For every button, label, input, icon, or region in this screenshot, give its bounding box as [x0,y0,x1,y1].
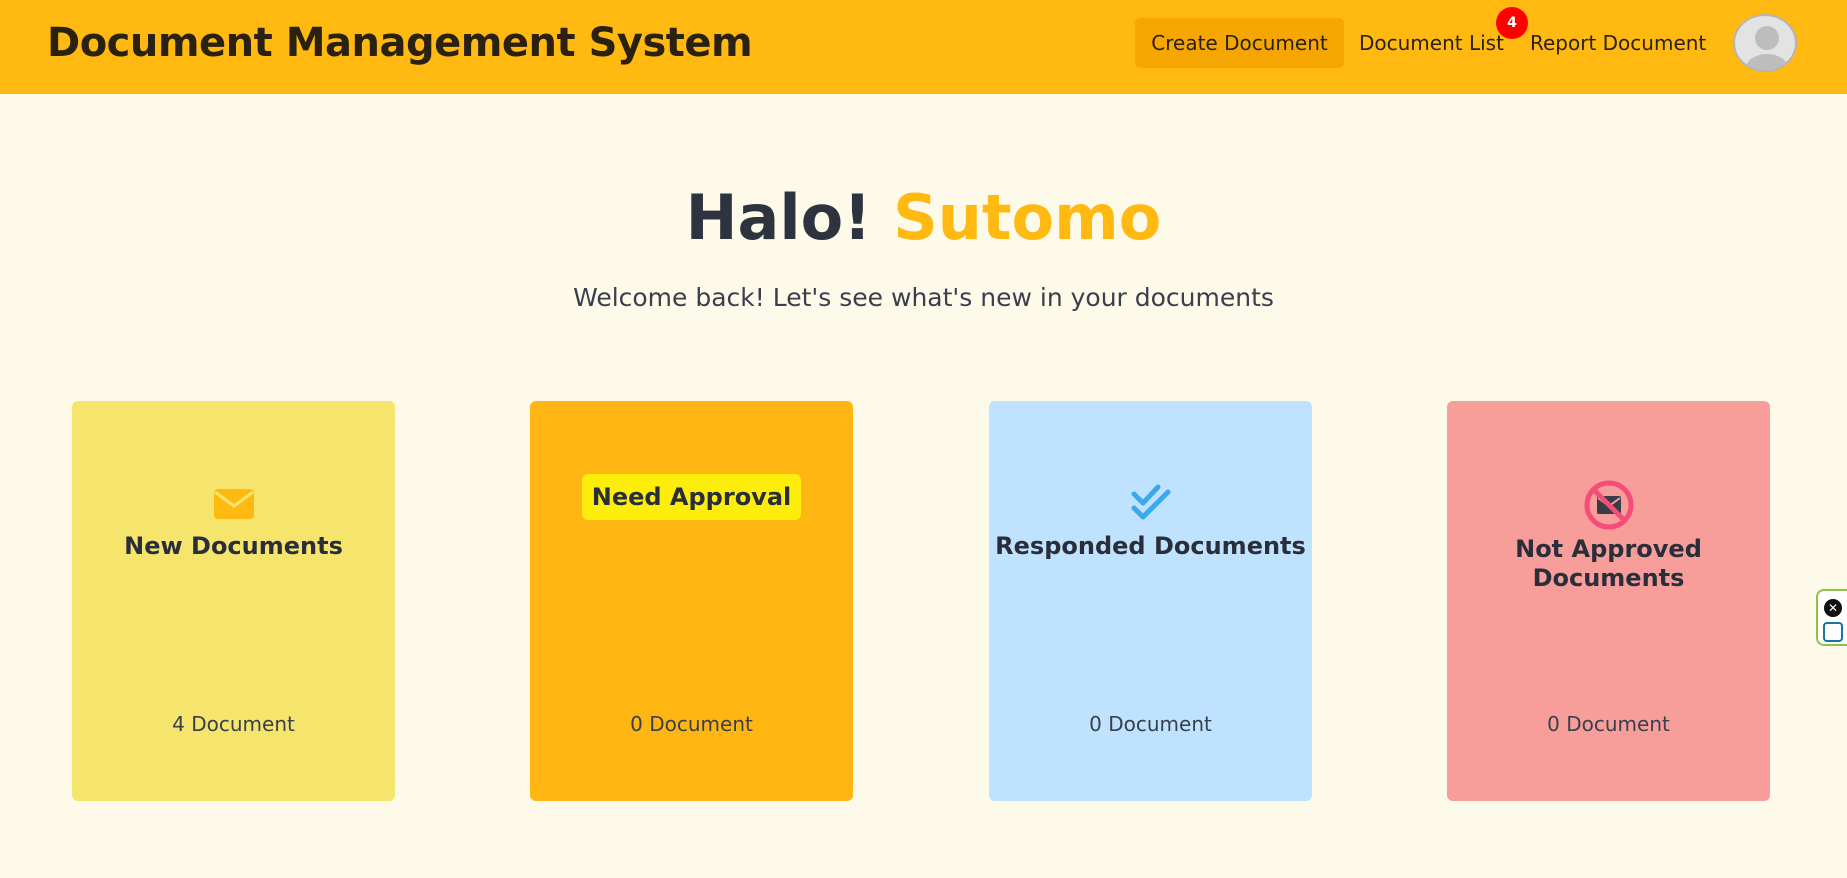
user-avatar[interactable] [1733,14,1797,72]
card-count: 4 Document [172,712,295,736]
app-title: Document Management System [47,20,753,66]
card-new-documents[interactable]: New Documents 4 Document [72,401,395,801]
card-count: 0 Document [1547,712,1670,736]
card-title: Responded Documents [995,532,1306,560]
envelope-blocked-icon [1584,480,1633,530]
card-title: Not Approved Documents [1515,535,1702,592]
card-responded-documents[interactable]: Responded Documents 0 Document [989,401,1312,801]
card-count: 0 Document [1089,712,1212,736]
user-silhouette-icon [1745,26,1789,70]
welcome-subtitle: Welcome back! Let's see what's new in yo… [573,283,1274,312]
card-icon-wrap [989,484,1312,526]
greeting-text: Halo! [685,181,872,254]
card-count: 0 Document [630,712,753,736]
double-check-icon [1131,484,1170,520]
close-icon[interactable]: ✕ [1824,599,1842,617]
greeting-heading: Halo! Sutomo [0,178,1847,258]
nav-create-document[interactable]: Create Document [1135,18,1344,68]
globe-icon[interactable] [1823,622,1843,642]
card-need-approval[interactable]: Need Approval 0 Document [530,401,853,801]
nav-document-list[interactable]: Document List [1359,18,1504,68]
envelope-icon [213,489,254,519]
document-list-badge: 4 [1496,7,1528,39]
extension-widget: ✕ [1816,589,1847,646]
card-title-wrap: Need Approval [530,474,853,520]
card-title: New Documents [124,532,343,560]
card-not-approved-documents[interactable]: Not Approved Documents 0 Document [1447,401,1770,801]
nav-report-document[interactable]: Report Document [1530,18,1706,68]
user-name: Sutomo [893,181,1162,254]
card-title: Need Approval [581,474,802,520]
card-icon-wrap [72,488,395,524]
card-icon-wrap [1447,479,1770,535]
top-navbar: Document Management System Create Docume… [0,0,1847,94]
